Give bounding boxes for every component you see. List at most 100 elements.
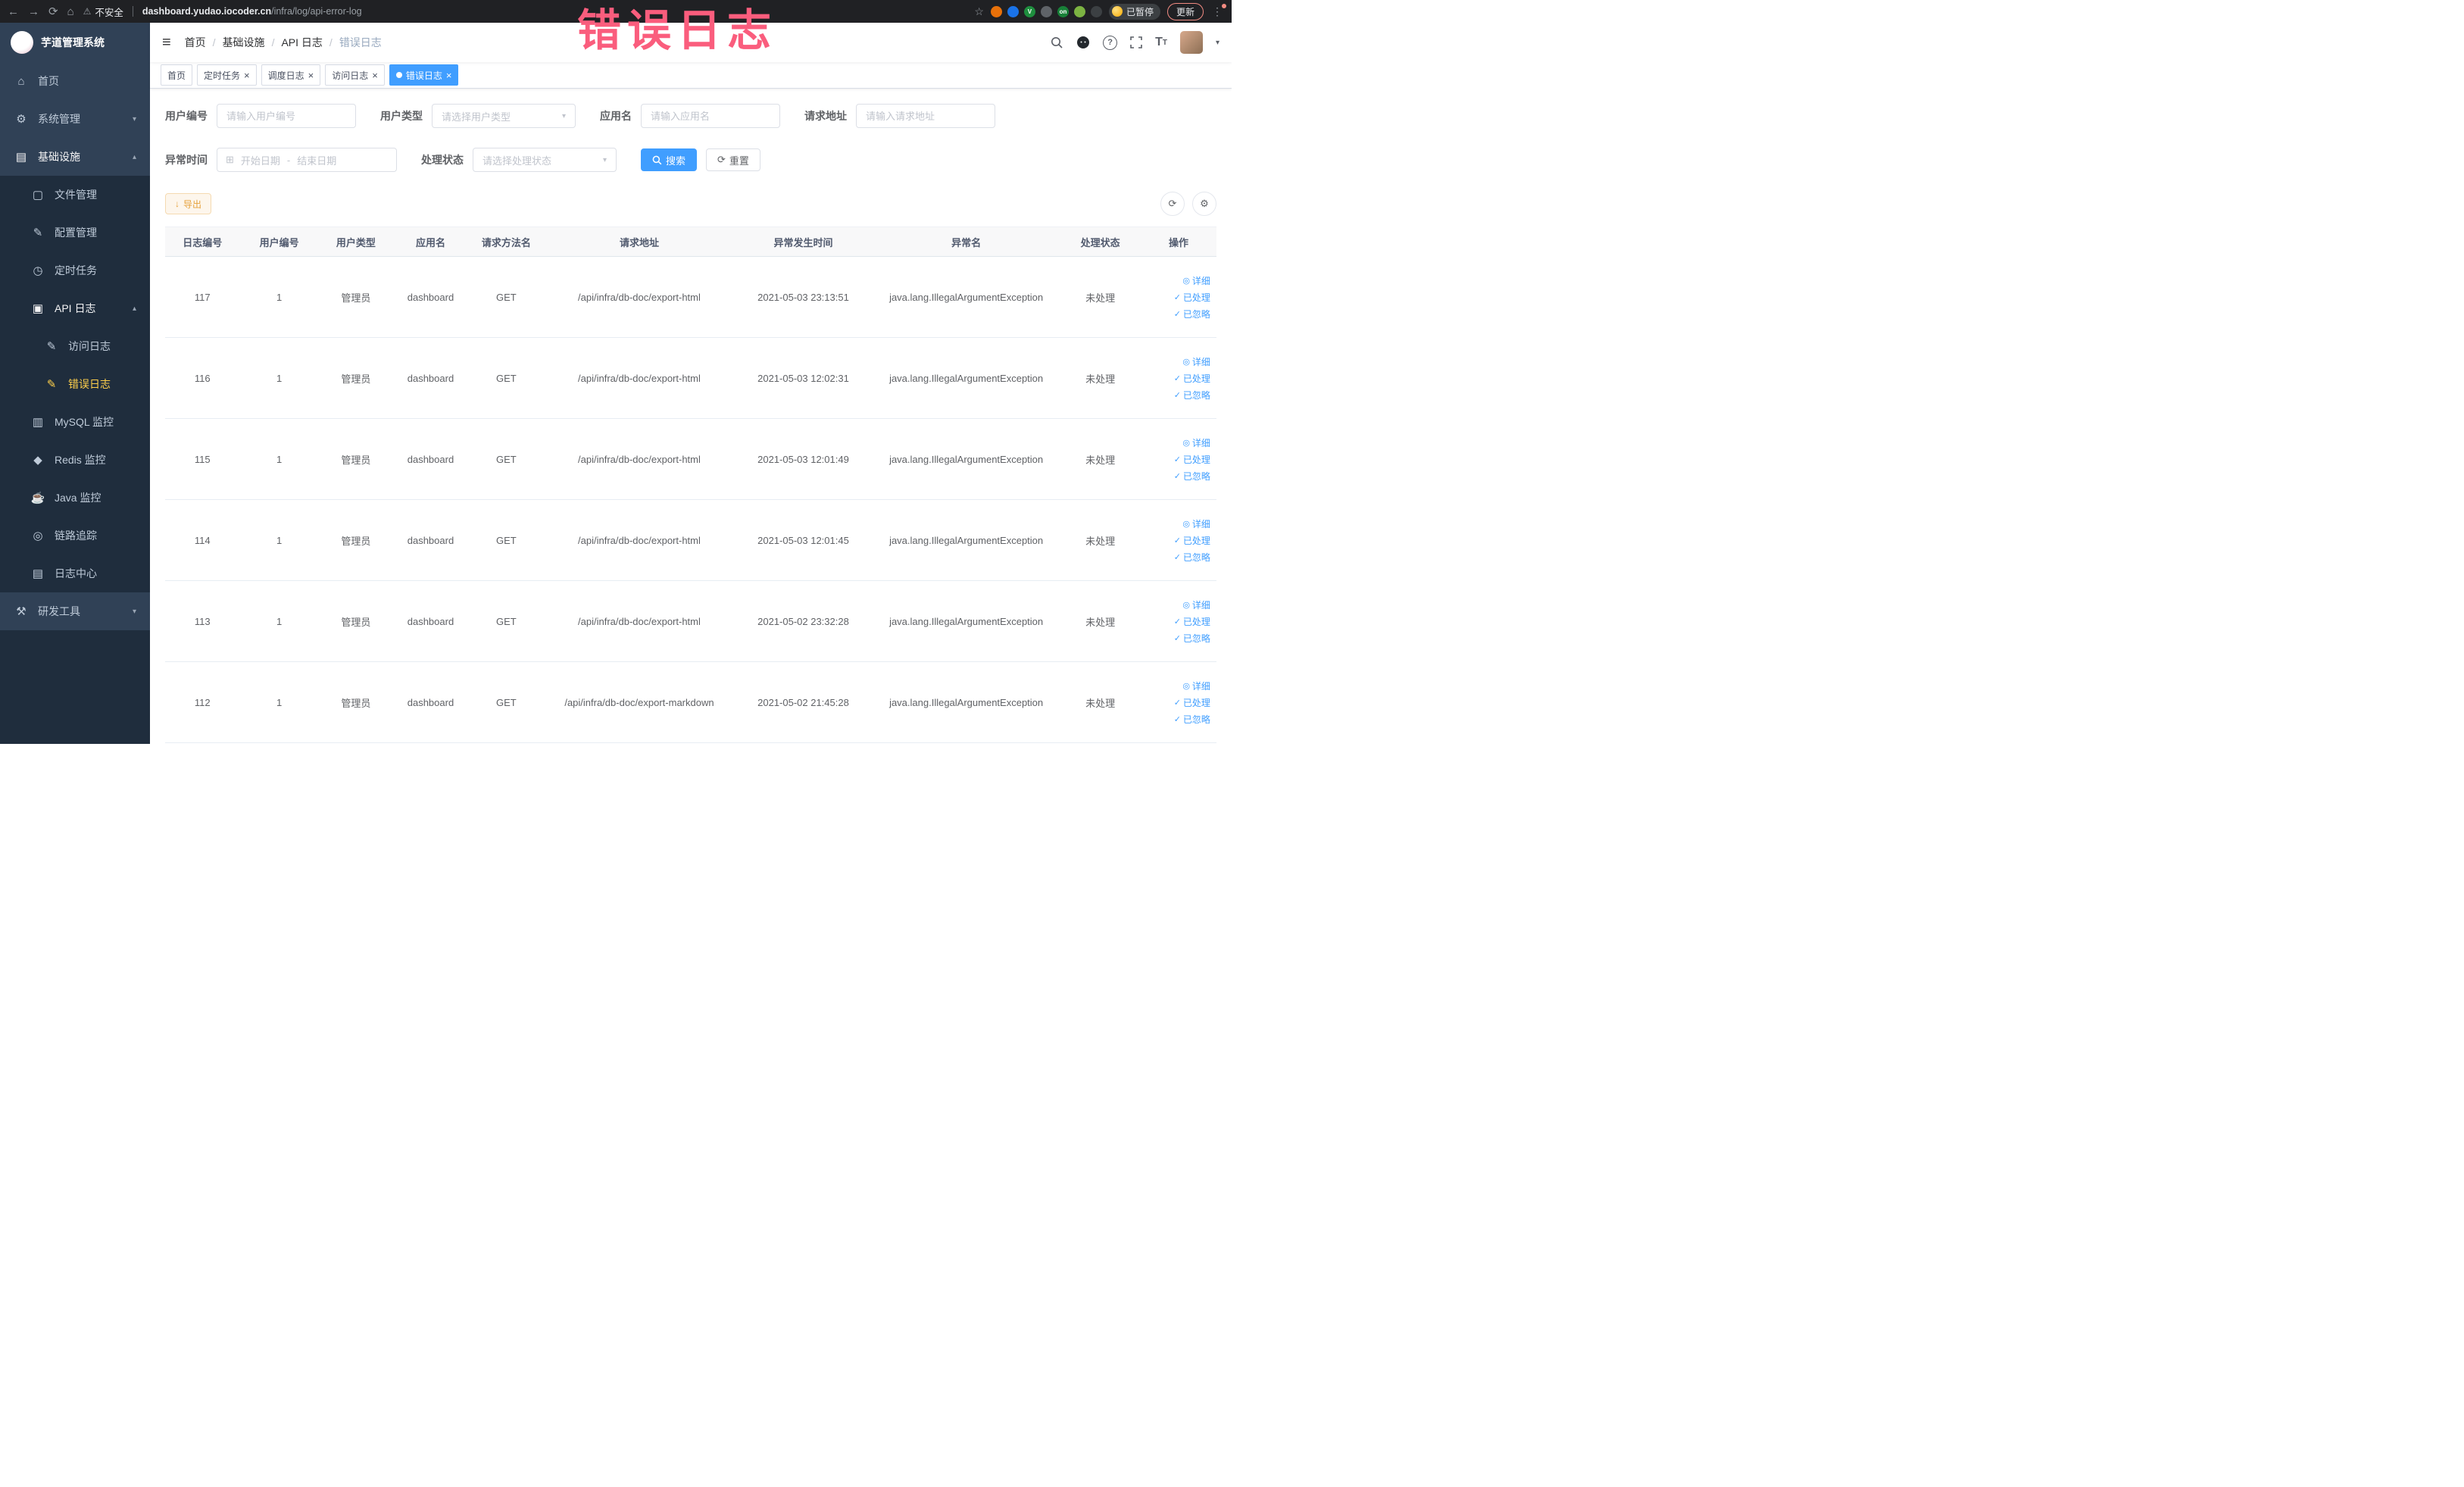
action-detail[interactable]: ◎ 详细 <box>1182 517 1210 530</box>
address-url[interactable]: dashboard.yudao.iocoder.cn/infra/log/api… <box>142 6 362 17</box>
action-ignored[interactable]: ✓ 已忽略 <box>1174 632 1210 645</box>
cell-user-id: 1 <box>276 453 283 465</box>
fullscreen-icon[interactable] <box>1130 36 1142 48</box>
sidebar-item-log-center[interactable]: ▤ 日志中心 <box>0 555 150 592</box>
sidebar-item-api-log[interactable]: ▣ API 日志 ▴ <box>0 289 150 327</box>
extension-on-badge[interactable]: on <box>1057 5 1069 17</box>
font-size-icon[interactable]: TT <box>1155 36 1167 49</box>
action-ignored[interactable]: ✓ 已忽略 <box>1174 389 1210 401</box>
action-detail[interactable]: ◎ 详细 <box>1182 274 1210 287</box>
cell-actions: ◎ 详细 ✓ 已处理 ✓ 已忽略 <box>1141 274 1216 320</box>
browser-home-icon[interactable]: ⌂ <box>67 5 74 18</box>
sidebar-item-error-log[interactable]: ✎ 错误日志 <box>0 365 150 403</box>
log-center-icon: ▤ <box>32 567 44 580</box>
sidebar-item-mysql[interactable]: ▥ MySQL 监控 <box>0 403 150 441</box>
action-processed[interactable]: ✓ 已处理 <box>1174 453 1210 466</box>
action-detail[interactable]: ◎ 详细 <box>1182 436 1210 449</box>
tag-job-log[interactable]: 调度日志 × <box>261 64 321 86</box>
check-icon: ✓ <box>1173 455 1181 464</box>
search-button[interactable]: 搜索 <box>641 148 698 171</box>
sidebar-item-system[interactable]: ⚙ 系统管理 ▾ <box>0 100 150 138</box>
app-window: 芋道管理系统 ⌂ 首页 ⚙ 系统管理 ▾ ▤ 基础设施 ▴ ▢ 文件管理 ✎ 配置管理 ◷ 定时任务 ▣ AP… <box>0 23 1232 744</box>
action-processed[interactable]: ✓ 已处理 <box>1174 291 1210 304</box>
check-icon: ✓ <box>1173 373 1181 383</box>
chevron-up-icon: ▴ <box>132 304 136 313</box>
user-type-select[interactable]: 请选择用户类型 ▾ <box>432 104 576 128</box>
extension-color-grid[interactable] <box>1040 5 1052 17</box>
date-range-picker[interactable]: ⊞ 开始日期 - 结束日期 <box>217 148 397 172</box>
tag-close-icon[interactable]: × <box>244 70 250 80</box>
sidebar-item-config[interactable]: ✎ 配置管理 <box>0 214 150 251</box>
export-button[interactable]: ↓ 导出 <box>165 193 212 214</box>
tag-label: 调度日志 <box>267 70 304 81</box>
profile-pill[interactable]: 已暂停 <box>1108 3 1160 20</box>
action-processed[interactable]: ✓ 已处理 <box>1174 696 1210 709</box>
search-icon[interactable] <box>1051 36 1063 49</box>
process-status-select[interactable]: 请选择处理状态 ▾ <box>473 148 617 172</box>
refresh-table-button[interactable]: ⟳ <box>1160 192 1185 216</box>
action-ignored[interactable]: ✓ 已忽略 <box>1174 308 1210 320</box>
extension-puzzle[interactable] <box>1090 5 1102 17</box>
extension-orange-circle[interactable] <box>990 5 1002 17</box>
action-label: 已忽略 <box>1182 714 1210 725</box>
breadcrumb-item[interactable]: 基础设施 <box>223 35 265 50</box>
sidebar-item-job[interactable]: ◷ 定时任务 <box>0 251 150 289</box>
github-icon[interactable] <box>1076 36 1090 49</box>
bookmark-star-icon[interactable]: ☆ <box>974 5 984 18</box>
reload-icon[interactable]: ⟳ <box>48 5 58 18</box>
reset-button[interactable]: ⟳ 重置 <box>706 148 760 171</box>
sidebar-item-access-log[interactable]: ✎ 访问日志 <box>0 327 150 365</box>
app-logo[interactable]: 芋道管理系统 <box>0 23 150 62</box>
caret-down-icon[interactable]: ▾ <box>1216 39 1220 47</box>
user-id-input[interactable] <box>217 104 356 128</box>
sidebar-item-infra[interactable]: ▤ 基础设施 ▴ <box>0 138 150 176</box>
tag-close-icon[interactable]: × <box>308 70 314 80</box>
cell-time: 2021-05-02 21:45:28 <box>757 696 849 708</box>
action-detail[interactable]: ◎ 详细 <box>1182 598 1210 611</box>
action-processed[interactable]: ✓ 已处理 <box>1174 615 1210 628</box>
browser-menu-icon[interactable]: ⋮ <box>1210 3 1226 18</box>
system-icon: ⚙ <box>16 113 27 126</box>
action-ignored[interactable]: ✓ 已忽略 <box>1174 470 1210 483</box>
column-header: 应用名 <box>415 236 445 248</box>
tag-job[interactable]: 定时任务 × <box>197 64 257 86</box>
export-button-label: 导出 <box>183 198 202 210</box>
breadcrumb-item[interactable]: 首页 <box>185 35 206 50</box>
sidebar-item-home[interactable]: ⌂ 首页 <box>0 62 150 100</box>
action-detail[interactable]: ◎ 详细 <box>1182 679 1210 692</box>
sidebar-item-redis[interactable]: ◆ Redis 监控 <box>0 441 150 479</box>
app-name-input[interactable] <box>641 104 780 128</box>
help-icon[interactable]: ? <box>1103 35 1118 50</box>
extension-green-v[interactable]: V <box>1023 5 1035 17</box>
breadcrumb-item[interactable]: API 日志 <box>281 35 322 50</box>
action-processed[interactable]: ✓ 已处理 <box>1174 534 1210 547</box>
request-url-input[interactable] <box>856 104 995 128</box>
tag-close-icon[interactable]: × <box>446 70 452 80</box>
extension-leaf[interactable] <box>1073 5 1085 17</box>
sidebar-item-label: Redis 监控 <box>55 454 106 466</box>
extension-blue-drop[interactable] <box>1007 5 1019 17</box>
action-detail[interactable]: ◎ 详细 <box>1182 355 1210 368</box>
security-chip[interactable]: ⚠ 不安全 <box>83 5 123 19</box>
sidebar-item-trace[interactable]: ◎ 链路追踪 <box>0 517 150 555</box>
action-ignored[interactable]: ✓ 已忽略 <box>1174 713 1210 726</box>
action-processed[interactable]: ✓ 已处理 <box>1174 372 1210 385</box>
sidebar-item-dev-tools[interactable]: ⚒ 研发工具 ▾ <box>0 592 150 630</box>
table-toolbar: ↓ 导出 ⟳ ⚙ <box>165 192 1216 216</box>
tag-close-icon[interactable]: × <box>372 70 378 80</box>
update-button[interactable]: 更新 <box>1166 2 1204 20</box>
sidebar-item-java[interactable]: ☕ Java 监控 <box>0 479 150 517</box>
tag-error-log[interactable]: 错误日志 × <box>389 64 459 86</box>
column-settings-button[interactable]: ⚙ <box>1192 192 1216 216</box>
breadcrumb-separator: / <box>271 36 275 48</box>
user-avatar[interactable] <box>1179 31 1203 54</box>
profile-status-label: 已暂停 <box>1126 6 1154 17</box>
sidebar-toggle-icon[interactable]: ≡ <box>162 34 171 52</box>
action-ignored[interactable]: ✓ 已忽略 <box>1174 551 1210 564</box>
back-icon[interactable]: ← <box>8 5 19 18</box>
forward-icon[interactable]: → <box>28 5 39 18</box>
tag-home[interactable]: 首页 <box>161 64 193 86</box>
sidebar-item-file[interactable]: ▢ 文件管理 <box>0 176 150 214</box>
action-label: 已忽略 <box>1182 308 1210 320</box>
tag-access-log[interactable]: 访问日志 × <box>325 64 385 86</box>
